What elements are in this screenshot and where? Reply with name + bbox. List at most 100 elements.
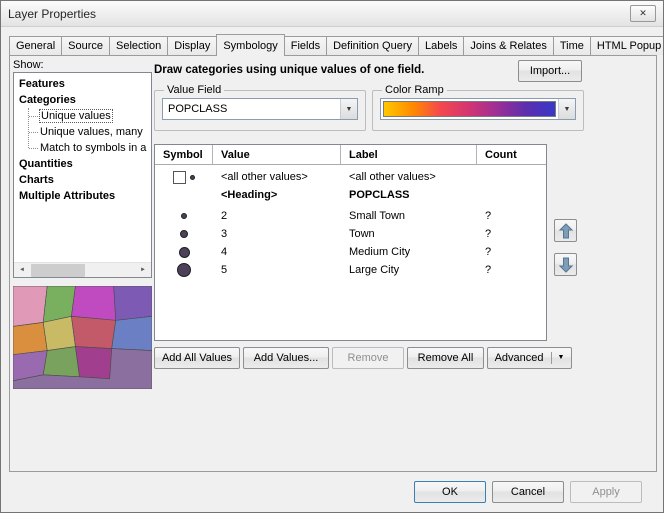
all-other-values-checkbox[interactable] <box>173 171 186 184</box>
color-ramp-label: Color Ramp <box>382 84 447 96</box>
advanced-button-label: Advanced <box>495 352 544 364</box>
arrow-up-icon <box>559 223 573 239</box>
label-cell[interactable]: Small Town <box>341 210 477 222</box>
value-field-dropdown[interactable]: POPCLASS ▼ <box>162 98 358 120</box>
tree-horizontal-scrollbar[interactable]: ◄ ► <box>14 262 151 277</box>
close-icon: ✕ <box>639 8 647 19</box>
color-ramp-swatch <box>383 101 556 117</box>
tab-display[interactable]: Display <box>167 36 217 55</box>
symbol-cell <box>155 171 213 184</box>
column-header-symbol[interactable]: Symbol <box>155 145 213 164</box>
map-preview-image <box>13 286 152 389</box>
tab-selection[interactable]: Selection <box>109 36 168 55</box>
symbol-cell <box>155 247 213 258</box>
count-cell: ? <box>477 210 546 222</box>
tab-fields[interactable]: Fields <box>284 36 327 55</box>
advanced-button[interactable]: Advanced ▼ <box>487 347 572 369</box>
point-symbol-icon[interactable] <box>180 230 188 238</box>
symbol-cell <box>155 263 213 277</box>
tree-item-categories[interactable]: Categories <box>19 92 151 108</box>
chevron-down-icon[interactable]: ▼ <box>551 352 565 364</box>
scroll-left-icon[interactable]: ◄ <box>14 263 30 278</box>
tree-item-features[interactable]: Features <box>19 76 151 92</box>
move-up-button[interactable] <box>554 219 577 242</box>
label-cell[interactable]: <all other values> <box>341 171 477 183</box>
tree-item-quantities[interactable]: Quantities <box>19 156 151 172</box>
dialog-footer: OK Cancel Apply <box>414 481 642 503</box>
scrollbar-thumb[interactable] <box>31 264 85 277</box>
show-tree: Features Categories Unique values Unique… <box>14 73 151 204</box>
table-row-all-other-values[interactable]: <all other values> <all other values> <box>155 168 546 186</box>
value-cell[interactable]: 3 <box>213 228 341 240</box>
table-row-heading[interactable]: <Heading> POPCLASS <box>155 186 546 204</box>
tab-symbology[interactable]: Symbology <box>216 34 284 56</box>
tree-item-match-symbols[interactable]: Match to symbols in a <box>19 140 151 156</box>
color-ramp-dropdown[interactable]: ▼ <box>380 98 576 120</box>
count-cell: ? <box>477 264 546 276</box>
point-symbol-icon[interactable] <box>190 175 195 180</box>
titlebar: Layer Properties ✕ <box>1 1 663 27</box>
count-cell: ? <box>477 228 546 240</box>
scrollbar-track[interactable] <box>30 263 135 277</box>
column-header-value[interactable]: Value <box>213 145 341 164</box>
value-field-value: POPCLASS <box>163 99 340 119</box>
panel-description: Draw categories using unique values of o… <box>154 64 514 76</box>
symbol-cell <box>155 230 213 238</box>
layer-properties-dialog: Layer Properties ✕ General Source Select… <box>0 0 664 513</box>
tree-item-multiple-attributes[interactable]: Multiple Attributes <box>19 188 151 204</box>
tab-html-popup[interactable]: HTML Popup <box>590 36 664 55</box>
symbology-tab-page: Show: Features Categories Unique values … <box>9 55 657 472</box>
remove-all-button[interactable]: Remove All <box>407 347 484 369</box>
map-preview <box>13 286 152 389</box>
value-cell[interactable]: 4 <box>213 246 341 258</box>
value-cell[interactable]: <all other values> <box>213 171 341 183</box>
tab-joins-relates[interactable]: Joins & Relates <box>463 36 553 55</box>
values-table: Symbol Value Label Count <all other valu… <box>154 144 547 341</box>
label-cell[interactable]: POPCLASS <box>341 189 477 201</box>
value-cell[interactable]: <Heading> <box>213 189 341 201</box>
show-label: Show: <box>13 59 44 71</box>
categories-children: Unique values Unique values, many Match … <box>19 108 151 156</box>
apply-button[interactable]: Apply <box>570 481 642 503</box>
point-symbol-icon[interactable] <box>179 247 190 258</box>
import-button[interactable]: Import... <box>518 60 582 82</box>
chevron-down-icon[interactable]: ▼ <box>340 99 357 119</box>
table-row-3[interactable]: 3 Town ? <box>155 225 546 243</box>
cancel-button[interactable]: Cancel <box>492 481 564 503</box>
tree-item-charts[interactable]: Charts <box>19 172 151 188</box>
remove-button[interactable]: Remove <box>332 347 404 369</box>
label-cell[interactable]: Large City <box>341 264 477 276</box>
add-values-button[interactable]: Add Values... <box>243 347 329 369</box>
column-header-label[interactable]: Label <box>341 145 477 164</box>
tab-definition-query[interactable]: Definition Query <box>326 36 419 55</box>
value-field-group: Value Field POPCLASS ▼ <box>154 84 366 131</box>
table-row-2[interactable]: 2 Small Town ? <box>155 207 546 225</box>
value-cell[interactable]: 2 <box>213 210 341 222</box>
point-symbol-icon[interactable] <box>181 213 187 219</box>
point-symbol-icon[interactable] <box>177 263 191 277</box>
table-row-4[interactable]: 4 Medium City ? <box>155 243 546 261</box>
add-all-values-button[interactable]: Add All Values <box>154 347 240 369</box>
symbol-cell <box>155 213 213 219</box>
window-title: Layer Properties <box>8 7 96 21</box>
move-down-button[interactable] <box>554 253 577 276</box>
table-row-5[interactable]: 5 Large City ? <box>155 261 546 279</box>
label-cell[interactable]: Medium City <box>341 246 477 258</box>
column-header-count[interactable]: Count <box>477 145 546 164</box>
arrow-down-icon <box>559 257 573 273</box>
color-ramp-group: Color Ramp ▼ <box>372 84 584 131</box>
tab-time[interactable]: Time <box>553 36 591 55</box>
value-cell[interactable]: 5 <box>213 264 341 276</box>
tree-item-unique-values[interactable]: Unique values <box>19 108 151 124</box>
tab-general[interactable]: General <box>9 36 62 55</box>
close-button[interactable]: ✕ <box>630 5 656 22</box>
table-header: Symbol Value Label Count <box>155 145 546 165</box>
tab-source[interactable]: Source <box>61 36 110 55</box>
tree-item-unique-values-many[interactable]: Unique values, many <box>19 124 151 140</box>
ok-button[interactable]: OK <box>414 481 486 503</box>
tab-labels[interactable]: Labels <box>418 36 464 55</box>
label-cell[interactable]: Town <box>341 228 477 240</box>
value-field-label: Value Field <box>164 84 224 96</box>
scroll-right-icon[interactable]: ► <box>135 263 151 278</box>
chevron-down-icon[interactable]: ▼ <box>558 99 575 119</box>
